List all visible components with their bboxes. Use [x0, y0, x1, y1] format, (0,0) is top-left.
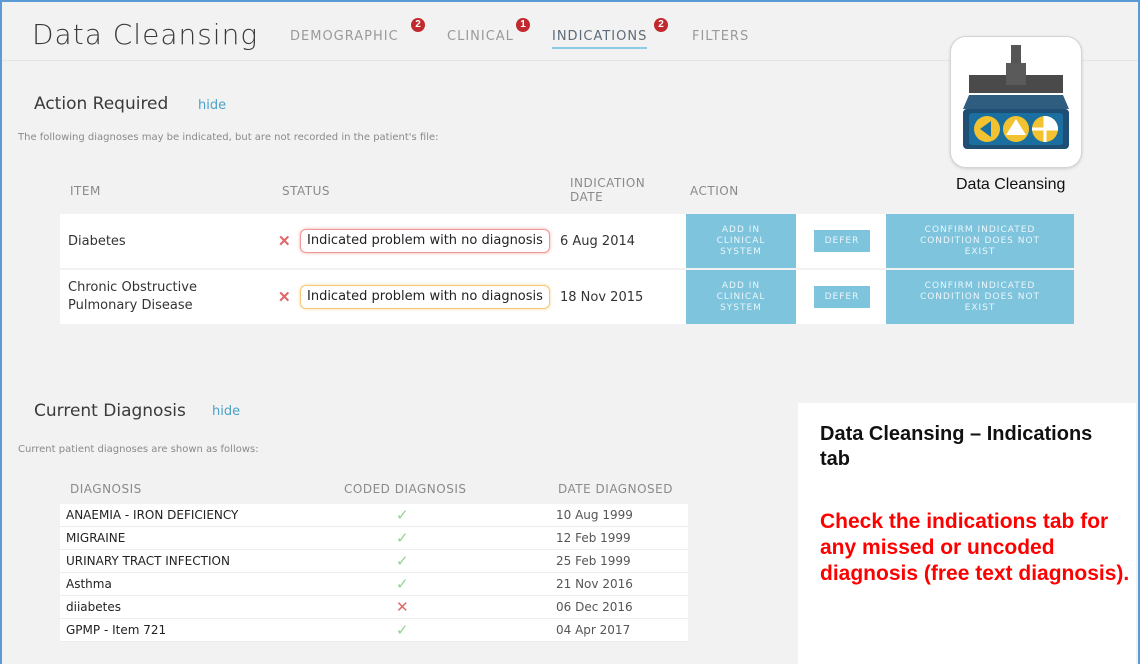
indication-date: 6 Aug 2014: [560, 234, 636, 249]
page-title: Data Cleansing: [32, 18, 259, 51]
data-cleansing-logo: [950, 36, 1082, 168]
status-pill: Indicated problem with no diagnosis: [300, 229, 550, 253]
diagnosis-date: 10 Aug 1999: [556, 508, 633, 522]
table-row: diiabetes ✕ 06 Dec 2016: [60, 596, 688, 619]
column-header-coded-diagnosis: CODED DIAGNOSIS: [344, 482, 467, 496]
current-diagnosis-title: Current Diagnosis: [34, 401, 186, 421]
button-label: DEFER: [824, 291, 860, 302]
diagnosis-date: 25 Feb 1999: [556, 554, 631, 568]
column-header-date-diagnosed: DATE DIAGNOSED: [558, 482, 673, 496]
button-label: DEFER: [824, 235, 860, 246]
button-label: ADD IN CLINICAL SYSTEM: [716, 280, 766, 313]
add-in-clinical-system-button[interactable]: ADD IN CLINICAL SYSTEM: [686, 270, 796, 324]
diagnosis-name: ANAEMIA - IRON DEFICIENCY: [66, 508, 239, 522]
tab-label: DEMOGRAPHIC: [290, 29, 399, 44]
table-row: Diabetes ✕ Indicated problem with no dia…: [60, 214, 1074, 268]
diagnosis-date: 04 Apr 2017: [556, 623, 631, 637]
confirm-condition-not-exist-button[interactable]: CONFIRM INDICATED CONDITION DOES NOT EXI…: [886, 270, 1074, 324]
table-row: GPMP - Item 721 ✓ 04 Apr 2017: [60, 619, 688, 642]
check-icon: ✓: [396, 507, 409, 524]
status-cross-icon: ✕: [278, 233, 291, 250]
tab-demographic-badge: 2: [411, 18, 425, 32]
diagnosis-date: 06 Dec 2016: [556, 600, 633, 614]
item-name: Diabetes: [68, 234, 126, 249]
check-icon: ✓: [396, 530, 409, 547]
app-window: Data Cleansing DEMOGRAPHIC 2 CLINICAL 1 …: [0, 0, 1140, 664]
tab-demographic[interactable]: DEMOGRAPHIC: [290, 29, 399, 44]
table-row: URINARY TRACT INFECTION ✓ 25 Feb 1999: [60, 550, 688, 573]
column-header-action: ACTION: [690, 184, 739, 198]
confirm-condition-not-exist-button[interactable]: CONFIRM INDICATED CONDITION DOES NOT EXI…: [886, 214, 1074, 268]
action-required-description: The following diagnoses may be indicated…: [18, 132, 439, 143]
table-row: Chronic Obstructive Pulmonary Disease ✕ …: [60, 270, 1074, 324]
table-row: MIGRAINE ✓ 12 Feb 1999: [60, 527, 688, 550]
diagnosis-date: 21 Nov 2016: [556, 577, 633, 591]
current-diagnosis-hide-link[interactable]: hide: [212, 404, 240, 419]
button-label: CONFIRM INDICATED CONDITION DOES NOT EXI…: [919, 224, 1041, 257]
tab-label: FILTERS: [692, 29, 750, 44]
item-name: Chronic Obstructive Pulmonary Disease: [68, 280, 197, 313]
tab-label: INDICATIONS: [552, 29, 648, 44]
column-header-indication-date: INDICATION DATE: [570, 176, 645, 204]
table-row: ANAEMIA - IRON DEFICIENCY ✓ 10 Aug 1999: [60, 504, 688, 527]
current-diagnosis-description: Current patient diagnoses are shown as f…: [18, 444, 259, 455]
button-label: ADD IN CLINICAL SYSTEM: [716, 224, 766, 257]
defer-button[interactable]: DEFER: [814, 286, 870, 308]
cross-icon: ✕: [396, 599, 409, 616]
status-pill: Indicated problem with no diagnosis: [300, 285, 550, 309]
status-cross-icon: ✕: [278, 289, 291, 306]
check-icon: ✓: [396, 622, 409, 639]
table-row: Asthma ✓ 21 Nov 2016: [60, 573, 688, 596]
action-required-hide-link[interactable]: hide: [198, 98, 226, 113]
tab-filters[interactable]: FILTERS: [692, 29, 749, 44]
diagnosis-name: URINARY TRACT INFECTION: [66, 554, 230, 568]
diagnosis-date: 12 Feb 1999: [556, 531, 631, 545]
tab-label: CLINICAL: [447, 29, 514, 44]
check-icon: ✓: [396, 576, 409, 593]
column-header-status: STATUS: [282, 184, 331, 198]
column-header-item: ITEM: [70, 184, 101, 198]
tab-clinical-badge: 1: [516, 18, 530, 32]
tab-indications-badge: 2: [654, 18, 668, 32]
diagnosis-name: MIGRAINE: [66, 531, 126, 545]
annotation-callout: Data Cleansing – Indications tab Check t…: [798, 403, 1136, 664]
data-cleansing-broom-icon: [963, 45, 1069, 149]
callout-body: Check the indications tab for any missed…: [820, 510, 1130, 585]
indication-date: 18 Nov 2015: [560, 290, 644, 305]
callout-title: Data Cleansing – Indications tab: [820, 423, 1093, 470]
defer-button[interactable]: DEFER: [814, 230, 870, 252]
add-in-clinical-system-button[interactable]: ADD IN CLINICAL SYSTEM: [686, 214, 796, 268]
logo-caption: Data Cleansing: [956, 176, 1066, 193]
diagnosis-name: Asthma: [66, 577, 112, 591]
tab-indications[interactable]: INDICATIONS: [552, 29, 648, 49]
button-label: CONFIRM INDICATED CONDITION DOES NOT EXI…: [919, 280, 1041, 313]
action-required-title: Action Required: [34, 94, 169, 114]
column-header-indication-line2: DATE: [570, 190, 604, 204]
diagnosis-name: diiabetes: [66, 600, 121, 614]
column-header-indication-line1: INDICATION: [570, 176, 646, 190]
column-header-diagnosis: DIAGNOSIS: [70, 482, 142, 496]
tab-clinical[interactable]: CLINICAL: [447, 29, 514, 44]
check-icon: ✓: [396, 553, 409, 570]
diagnosis-name: GPMP - Item 721: [66, 623, 167, 637]
